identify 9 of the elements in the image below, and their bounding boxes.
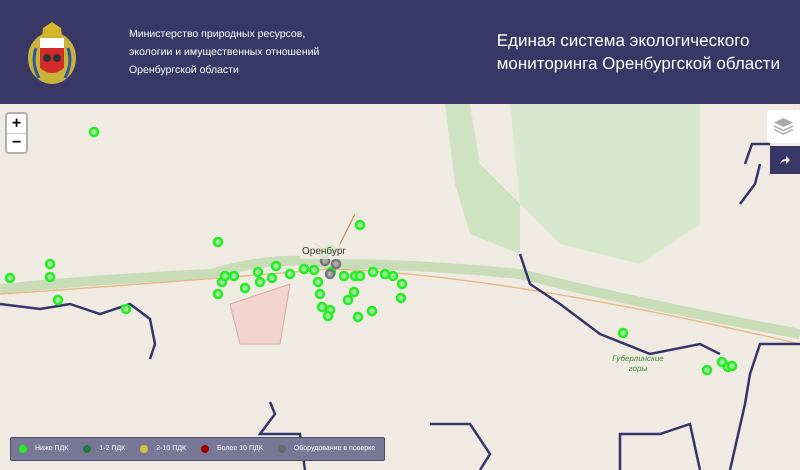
ministry-name-line: Министерство природных ресурсов, xyxy=(129,27,306,42)
zoom-out-button[interactable]: − xyxy=(7,133,26,152)
zoom-in-button[interactable]: + xyxy=(7,114,26,133)
system-title-line: мониторинга Оренбургской области xyxy=(496,53,780,75)
system-title-line: Единая система экологического xyxy=(496,30,750,52)
ministry-name-line: экологии и имущественных отношений xyxy=(129,45,320,60)
ministry-name-line: Оренбургской области xyxy=(129,63,240,78)
area-label: Губерлинские горы xyxy=(611,354,665,374)
city-label: Оренбург xyxy=(300,244,348,259)
